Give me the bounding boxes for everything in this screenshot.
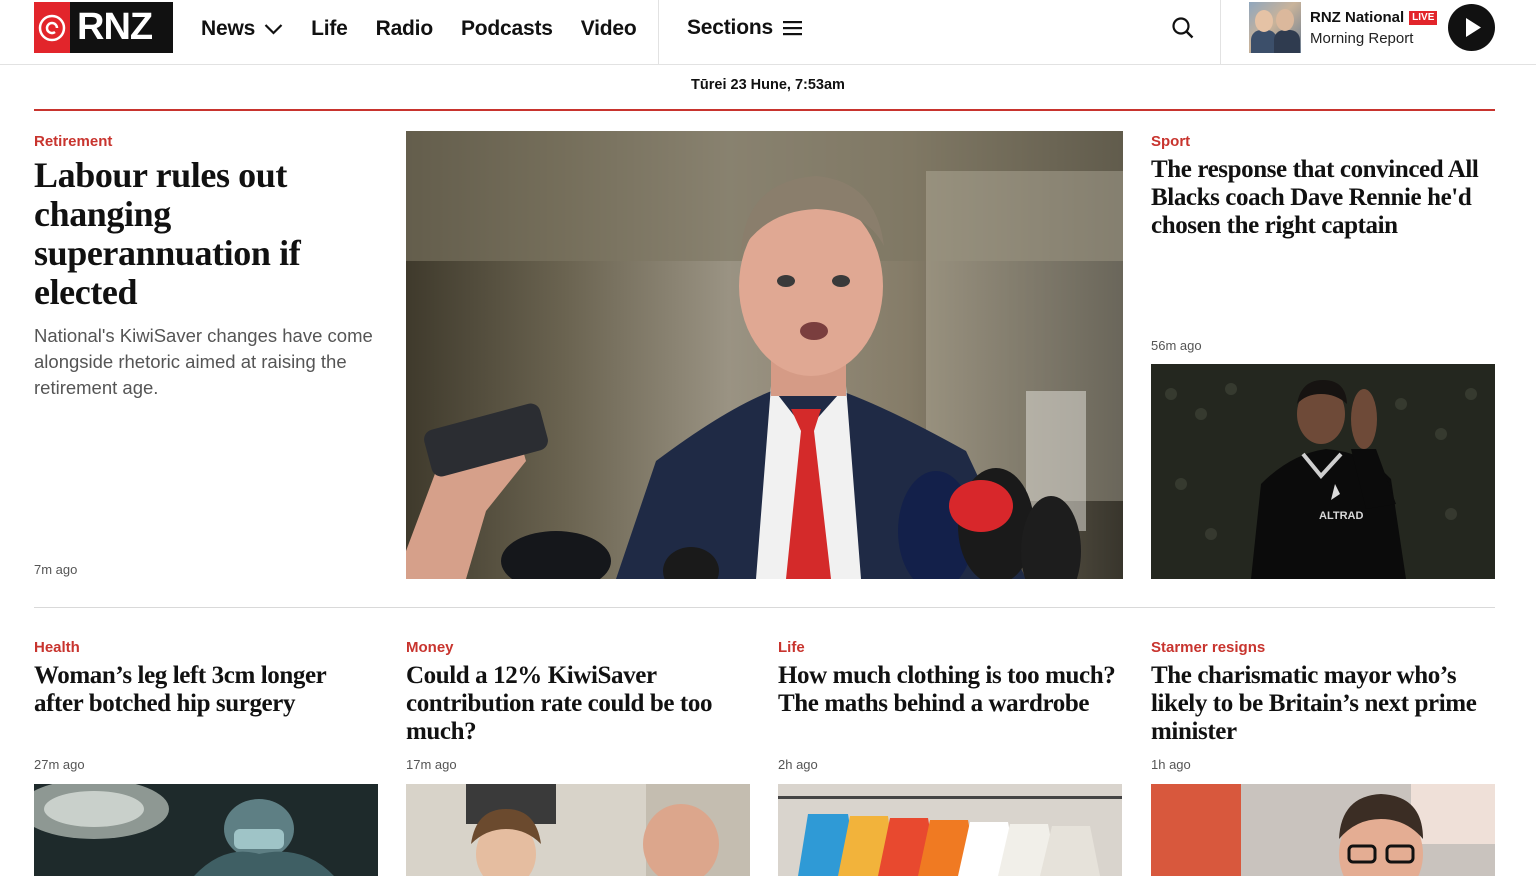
- date-line: Tūrei 23 Hune, 7:53am: [691, 77, 845, 93]
- rnz-logo[interactable]: RNZ: [34, 2, 173, 53]
- main-nav: News Life Radio Podcasts Video: [201, 16, 665, 42]
- card-timestamp: 1h ago: [1151, 757, 1191, 772]
- play-button[interactable]: [1448, 4, 1495, 51]
- search-icon[interactable]: [1171, 16, 1195, 40]
- lead-timestamp: 7m ago: [34, 562, 78, 577]
- section-divider: [34, 607, 1495, 608]
- radio-station[interactable]: RNZ National LIVE: [1310, 9, 1438, 26]
- card-image-clothing[interactable]: [778, 784, 1122, 876]
- site-header: RNZ News Life Radio Podcasts Video Secti…: [0, 0, 1536, 65]
- lead-summary: National's KiwiSaver changes have come a…: [34, 325, 373, 398]
- side-headline[interactable]: The response that convinced All Blacks c…: [1151, 156, 1496, 240]
- header-divider: [658, 0, 659, 65]
- play-icon: [1466, 18, 1481, 37]
- card-category[interactable]: Starmer resigns: [1151, 639, 1265, 656]
- nav-podcasts[interactable]: Podcasts: [461, 17, 553, 41]
- nav-news[interactable]: News: [201, 17, 283, 41]
- card-headline[interactable]: Could a 12% KiwiSaver contribution rate …: [406, 662, 751, 746]
- card-headline[interactable]: Woman’s leg left 3cm longer after botche…: [34, 662, 379, 718]
- card-headline[interactable]: The charismatic mayor who’s likely to be…: [1151, 662, 1496, 746]
- card-timestamp: 17m ago: [406, 757, 457, 772]
- chevron-down-icon: [264, 24, 283, 35]
- logo-wordmark: RNZ: [77, 6, 153, 48]
- nav-radio[interactable]: Radio: [376, 17, 434, 41]
- card-image-mayor[interactable]: [1151, 784, 1495, 876]
- radio-show-name[interactable]: Morning Report: [1310, 30, 1413, 47]
- hamburger-menu-icon: [782, 21, 802, 36]
- card-category[interactable]: Money: [406, 639, 454, 656]
- live-badge: LIVE: [1409, 10, 1438, 25]
- sections-label: Sections: [687, 16, 773, 39]
- header-divider: [1220, 0, 1221, 65]
- jersey-sponsor-text: ALTRAD: [1319, 510, 1363, 522]
- lead-headline[interactable]: Labour rules out changing superannuation…: [34, 156, 374, 312]
- radio-station-name: RNZ National: [1310, 9, 1405, 26]
- nav-news-label: News: [201, 17, 256, 40]
- card-headline[interactable]: How much clothing is too much? The maths…: [778, 662, 1123, 718]
- nav-life[interactable]: Life: [311, 17, 348, 41]
- card-image-politicians[interactable]: [406, 784, 750, 876]
- card-timestamp: 27m ago: [34, 757, 85, 772]
- nav-video[interactable]: Video: [581, 17, 637, 41]
- side-category[interactable]: Sport: [1151, 133, 1190, 150]
- section-divider-red: [34, 109, 1495, 111]
- card-image-surgery[interactable]: [34, 784, 378, 876]
- card-timestamp: 2h ago: [778, 757, 818, 772]
- lead-category[interactable]: Retirement: [34, 133, 112, 150]
- radio-presenters-thumbnail[interactable]: [1249, 2, 1301, 53]
- side-timestamp: 56m ago: [1151, 338, 1202, 353]
- side-story-image[interactable]: ALTRAD: [1151, 364, 1495, 579]
- lead-story-image[interactable]: [406, 131, 1123, 579]
- sections-menu-button[interactable]: Sections: [687, 16, 802, 40]
- rnz-logo-icon: [34, 2, 70, 53]
- card-category[interactable]: Health: [34, 639, 80, 656]
- card-category[interactable]: Life: [778, 639, 805, 656]
